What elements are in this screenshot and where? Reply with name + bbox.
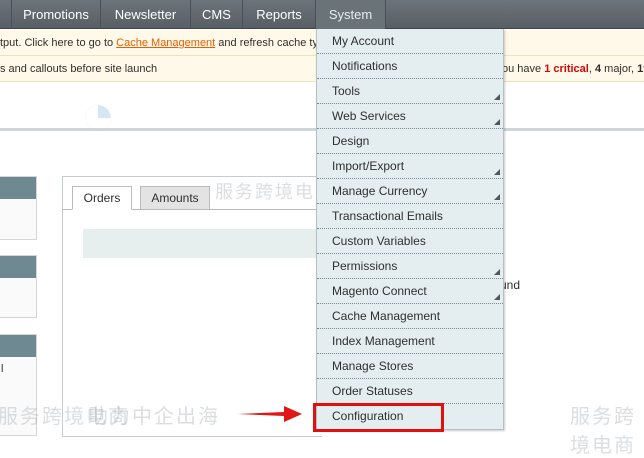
menu-item-magento-connect[interactable]: Magento Connect	[317, 279, 503, 304]
minor-count[interactable]: 19	[637, 63, 644, 75]
configuration-highlight-box	[313, 403, 444, 432]
menu-item-label: Web Services	[332, 109, 406, 123]
menu-item-label: Import/Export	[332, 159, 405, 173]
submenu-arrow-icon	[494, 94, 500, 100]
nav-system[interactable]: System	[316, 0, 386, 29]
submenu-arrow-icon	[494, 119, 500, 125]
nav-cms[interactable]: CMS	[191, 0, 243, 29]
watermark-logo: ◔	[80, 81, 117, 148]
menu-item-order-statuses[interactable]: Order Statuses	[317, 379, 503, 404]
menu-item-my-account[interactable]: My Account	[317, 29, 503, 54]
submenu-arrow-icon	[494, 269, 500, 275]
menu-item-label: Index Management	[332, 334, 435, 348]
menu-item-label: Notifications	[332, 59, 398, 73]
menu-item-label: Transactional Emails	[332, 209, 443, 223]
tab-amounts[interactable]: Amounts	[140, 186, 210, 210]
menu-item-label: Tools	[332, 84, 361, 98]
menu-item-manage-currency[interactable]: Manage Currency	[317, 179, 503, 204]
dashboard-panel	[62, 176, 322, 437]
menu-item-design[interactable]: Design	[317, 129, 503, 154]
message-text: tput. Click here to go to	[0, 37, 117, 49]
submenu-arrow-icon	[494, 194, 500, 200]
submenu-arrow-icon	[494, 169, 500, 175]
severity-summary[interactable]: ou have 1 critical, 4 major, 19	[502, 56, 644, 82]
menu-item-import-export[interactable]: Import/Export	[317, 154, 503, 179]
menu-item-web-services[interactable]: Web Services	[317, 104, 503, 129]
menu-item-notifications[interactable]: Notifications	[317, 54, 503, 79]
menu-item-label: Manage Stores	[332, 359, 414, 373]
system-dropdown-menu: My Account Notifications Tools Web Services…	[316, 29, 504, 430]
menu-item-label: Magento Connect	[332, 284, 427, 298]
menu-item-manage-stores[interactable]: Manage Stores	[317, 354, 503, 379]
top-nav: Promotions Newsletter CMS Reports System	[0, 0, 644, 29]
menu-item-tools[interactable]: Tools	[317, 79, 503, 104]
nav-promotions[interactable]: Promotions	[12, 0, 101, 29]
menu-item-label: Custom Variables	[332, 234, 426, 248]
chart-placeholder	[83, 229, 323, 258]
menu-item-label: Order Statuses	[332, 384, 413, 398]
sidebar-box	[0, 176, 37, 240]
sidebar-box: l	[0, 334, 37, 436]
menu-item-transactional-emails[interactable]: Transactional Emails	[317, 204, 503, 229]
menu-item-label: Design	[332, 134, 370, 148]
nav-item-hidden[interactable]	[0, 0, 12, 29]
menu-item-permissions[interactable]: Permissions	[317, 254, 503, 279]
sidebar-box	[0, 255, 37, 318]
sidebar-label: l	[1, 363, 4, 375]
menu-item-cache-management[interactable]: Cache Management	[317, 304, 503, 329]
submenu-arrow-icon	[494, 294, 500, 300]
menu-item-label: Permissions	[332, 259, 398, 273]
tab-orders[interactable]: Orders	[72, 186, 132, 210]
menu-item-custom-variables[interactable]: Custom Variables	[317, 229, 503, 254]
menu-item-index-management[interactable]: Index Management	[317, 329, 503, 354]
menu-item-label: Cache Management	[332, 309, 441, 323]
message-text: s and callouts before site launch	[0, 63, 158, 75]
watermark-text: 服务跨境电商	[570, 406, 636, 457]
nav-reports[interactable]: Reports	[243, 0, 316, 29]
critical-count[interactable]: 1 critical	[544, 63, 589, 75]
menu-item-label: Manage Currency	[332, 184, 428, 198]
message-text: and refresh cache typ	[215, 37, 325, 49]
menu-item-label: My Account	[332, 34, 395, 48]
red-arrow-icon	[238, 406, 302, 422]
cache-management-link[interactable]: Cache Management	[116, 37, 215, 49]
nav-newsletter[interactable]: Newsletter	[101, 0, 191, 29]
